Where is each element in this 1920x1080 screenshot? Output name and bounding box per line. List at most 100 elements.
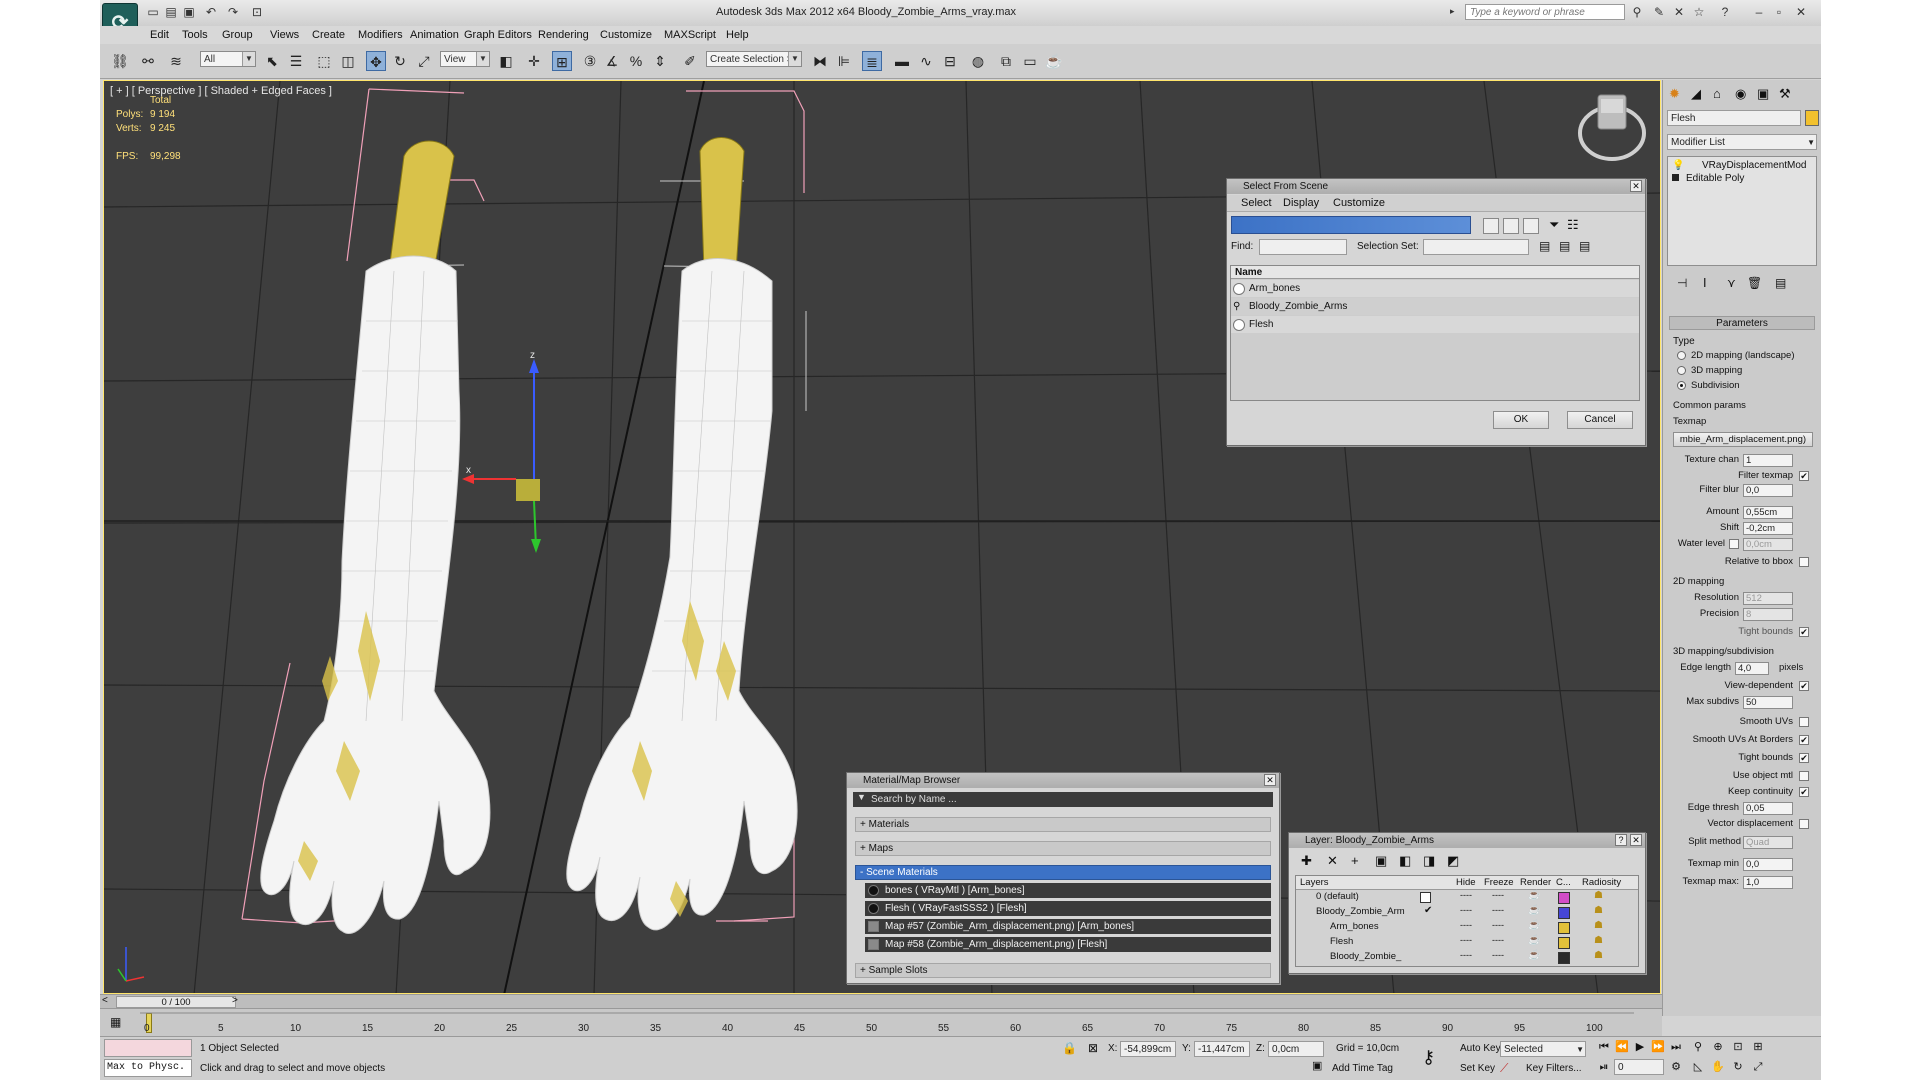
communication-icon[interactable]: ✕ [1672, 5, 1686, 19]
split-method-dropdown[interactable]: Quad [1743, 836, 1793, 849]
table-row[interactable]: Bloody_Zombie_ ---- ---- ☕ ☗ [1296, 950, 1638, 965]
object-color-swatch[interactable] [1805, 110, 1819, 126]
schematic-view-icon[interactable]: ⊟ [940, 51, 960, 71]
selection-filter-dropdown[interactable]: All ▼ [200, 51, 256, 67]
group-sample-slots[interactable]: + Sample Slots [855, 963, 1271, 978]
angle-snap-icon[interactable]: ∡ [602, 51, 622, 71]
lock-icon[interactable]: 🔒 [1062, 1041, 1077, 1055]
table-row[interactable]: Flesh ---- ---- ☕ ☗ [1296, 935, 1638, 950]
table-row[interactable]: Arm_bones ---- ---- ☕ ☗ [1296, 920, 1638, 935]
view-dependent-checkbox[interactable]: ✔ [1799, 681, 1809, 691]
reference-coordinate-dropdown[interactable]: View ▼ [440, 51, 490, 67]
maximize-viewport-icon[interactable]: ⤢ [1750, 1059, 1766, 1075]
field-of-view-icon[interactable]: ◺ [1690, 1059, 1706, 1075]
menu-group[interactable]: Group [222, 29, 253, 41]
group-scene-materials[interactable]: - Scene Materials [855, 865, 1271, 880]
absolute-mode-icon[interactable]: ⊠ [1088, 1041, 1098, 1055]
resolution-spinner[interactable]: 512 [1743, 592, 1793, 605]
render-setup-icon[interactable]: ⧉ [996, 51, 1016, 71]
menu-create[interactable]: Create [312, 29, 345, 41]
menu-graph-editors[interactable]: Graph Editors [464, 29, 532, 41]
show-end-result-icon[interactable]: Ⅰ [1703, 276, 1707, 290]
pivot-center-icon[interactable]: ◧ [496, 51, 516, 71]
make-unique-icon[interactable]: ⋎ [1727, 276, 1736, 290]
curve-editor-icon[interactable]: ∿ [916, 51, 936, 71]
project-folder-icon[interactable]: ⊡ [250, 5, 264, 19]
hide-toggle[interactable]: ---- [1460, 890, 1472, 900]
stack-item-vray-displacement[interactable]: VRayDisplacementMod [1702, 160, 1807, 171]
freeze-toggle[interactable]: ---- [1492, 935, 1504, 945]
smooth-uvs-borders-checkbox[interactable]: ✔ [1799, 735, 1809, 745]
set-key-button[interactable]: Set Key [1460, 1063, 1495, 1074]
render-teapot-icon[interactable]: ☕ [1528, 890, 1540, 901]
named-selection-set-dropdown[interactable]: Create Selection Se ▼ [706, 51, 802, 67]
col-render[interactable]: Render [1520, 877, 1551, 888]
select-in-layer-icon[interactable]: ▣ [1375, 853, 1387, 869]
stack-bulb-icon[interactable]: 💡 [1672, 160, 1684, 171]
select-and-scale-icon[interactable]: ⤢ [414, 51, 434, 71]
y-coordinate-field[interactable]: -11,447cm [1194, 1041, 1250, 1057]
hide-toggle[interactable]: ---- [1460, 950, 1472, 960]
create-layer-icon[interactable]: ✚ [1301, 853, 1312, 869]
col-radiosity[interactable]: Radiosity [1582, 877, 1621, 888]
layer-color-swatch[interactable] [1558, 937, 1570, 949]
select-dialog-menu-select[interactable]: Select [1241, 197, 1272, 209]
texmap-button[interactable]: mbie_Arm_displacement.png) [1673, 432, 1813, 447]
zoom-extents-all-icon[interactable]: ⊞ [1750, 1039, 1766, 1055]
layer-color-swatch[interactable] [1558, 922, 1570, 934]
goto-start-icon[interactable]: ⏮ [1596, 1039, 1612, 1055]
key-mode-dropdown[interactable]: Selected ▼ [1500, 1041, 1586, 1057]
menu-maxscript[interactable]: MAXScript [664, 29, 716, 41]
table-row[interactable]: Bloody_Zombie_Arm ✔ ---- ---- ☕ ☗ [1296, 905, 1638, 920]
render-teapot-icon[interactable]: ☕ [1528, 920, 1540, 931]
material-browser-close-icon[interactable]: ✕ [1264, 774, 1276, 786]
cancel-button[interactable]: Cancel [1567, 411, 1633, 429]
hierarchy-tab-icon[interactable]: ⌂ [1713, 86, 1721, 101]
keep-continuity-checkbox[interactable]: ✔ [1799, 787, 1809, 797]
snaps-toggle-icon[interactable]: ③ [580, 51, 600, 71]
pan-icon[interactable]: ✋ [1710, 1059, 1726, 1075]
render-teapot-icon[interactable]: ☕ [1528, 905, 1540, 916]
viewport-label[interactable]: [ + ] [ Perspective ] [ Shaded + Edged F… [110, 85, 332, 97]
selection-set-dropdown[interactable] [1423, 239, 1529, 255]
list-item[interactable]: ⚲ Bloody_Zombie_Arms [1231, 298, 1639, 315]
spinner-snap-icon[interactable]: ⇕ [650, 51, 670, 71]
search-arrow-icon[interactable]: ▸ [1450, 6, 1455, 17]
align-icon[interactable]: ⊫ [834, 51, 854, 71]
key-filter-icon[interactable]: ⟋ [1500, 1061, 1508, 1076]
x-coordinate-field[interactable]: -54,899cm [1120, 1041, 1176, 1057]
key-icon[interactable]: ⚷ [1422, 1047, 1435, 1068]
selection-set-edit-icon[interactable]: ▤ [1559, 239, 1570, 253]
rectangular-selection-icon[interactable]: ⬚ [314, 51, 334, 71]
undo-icon[interactable]: ↶ [204, 5, 218, 19]
play-icon[interactable]: ▶ [1632, 1039, 1648, 1055]
material-item[interactable]: bones ( VRayMtl ) [Arm_bones] [865, 883, 1271, 898]
col-layers[interactable]: Layers [1300, 877, 1329, 888]
maxscript-listener[interactable]: Max to Physc. [104, 1059, 192, 1077]
rendered-frame-window-icon[interactable]: ▭ [1020, 51, 1040, 71]
hide-toggle[interactable]: ---- [1460, 935, 1472, 945]
filter-toggle-buttons[interactable] [1231, 216, 1471, 234]
select-and-move-icon[interactable]: ✥ [366, 51, 386, 71]
keyboard-shortcut-override-icon[interactable]: ⊞ [552, 51, 572, 71]
bind-space-warp-icon[interactable]: ≋ [166, 51, 186, 71]
window-crossing-icon[interactable]: ◫ [338, 51, 358, 71]
render-production-icon[interactable]: ☕ [1044, 51, 1064, 71]
texmap-min-spinner[interactable]: 0,0 [1743, 858, 1793, 871]
time-slider[interactable]: < 0 / 100 > [100, 994, 1662, 1009]
texmap-max-spinner[interactable]: 1,0 [1743, 876, 1793, 889]
display-tab-icon[interactable]: ▣ [1757, 86, 1769, 102]
menu-modifiers[interactable]: Modifiers [358, 29, 403, 41]
auto-key-button[interactable]: Auto Key [1460, 1043, 1501, 1054]
max-subdivs-spinner[interactable]: 50 [1743, 696, 1793, 709]
water-level-checkbox[interactable] [1729, 539, 1739, 549]
list-item[interactable]: Flesh [1231, 316, 1639, 333]
radiosity-icon[interactable]: ☗ [1594, 935, 1603, 946]
radiosity-icon[interactable]: ☗ [1594, 890, 1603, 901]
render-teapot-icon[interactable]: ☕ [1528, 935, 1540, 946]
maximize-icon[interactable]: ▫ [1772, 5, 1786, 19]
radiosity-icon[interactable]: ☗ [1594, 950, 1603, 961]
group-materials[interactable]: + Materials [855, 817, 1271, 832]
goto-end-icon[interactable]: ⏭ [1668, 1039, 1684, 1055]
next-key-icon[interactable]: ⏩ [1650, 1039, 1666, 1055]
